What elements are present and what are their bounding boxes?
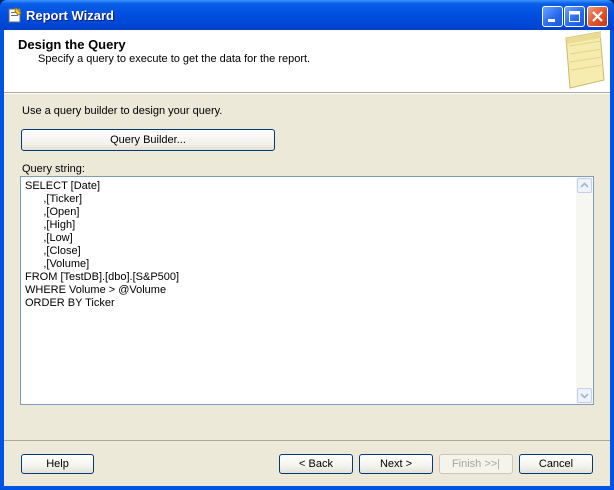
finish-button[interactable]: Finish >>|: [439, 454, 513, 474]
header-divider: [4, 93, 610, 94]
dialog-body: Design the Query Specify a query to exec…: [4, 30, 610, 486]
notepad-icon: [565, 31, 605, 89]
maximize-icon: [569, 11, 580, 22]
chevron-up-icon: [580, 182, 589, 188]
wizard-header: Design the Query Specify a query to exec…: [4, 30, 610, 93]
help-button[interactable]: Help: [21, 454, 94, 474]
minimize-icon: [548, 19, 555, 22]
back-button[interactable]: < Back: [279, 454, 353, 474]
close-button[interactable]: [587, 6, 608, 27]
page-title: Design the Query: [18, 37, 126, 52]
report-wizard-window: Report Wizard Design the Query Specify a…: [0, 0, 614, 490]
vertical-scrollbar[interactable]: [576, 177, 593, 404]
query-string-textarea[interactable]: SELECT [Date] ,[Ticker] ,[Open] ,[High] …: [20, 176, 594, 405]
report-wizard-icon: [8, 7, 22, 23]
page-subtitle: Specify a query to execute to get the da…: [38, 53, 311, 65]
close-icon: [592, 11, 603, 22]
instruction-text: Use a query builder to design your query…: [22, 105, 223, 117]
query-builder-button[interactable]: Query Builder...: [21, 129, 275, 151]
scroll-up-button[interactable]: [577, 178, 592, 193]
title-bar[interactable]: Report Wizard: [0, 0, 614, 30]
window-title: Report Wizard: [26, 8, 114, 23]
scroll-down-button[interactable]: [577, 388, 592, 403]
maximize-button[interactable]: [564, 6, 585, 27]
query-string-label: Query string:: [22, 163, 85, 175]
minimize-button[interactable]: [542, 6, 563, 27]
chevron-down-icon: [580, 393, 589, 399]
footer-divider: [4, 440, 610, 441]
query-string-text[interactable]: SELECT [Date] ,[Ticker] ,[Open] ,[High] …: [25, 180, 179, 310]
cancel-button[interactable]: Cancel: [519, 454, 593, 474]
next-button[interactable]: Next >: [359, 454, 433, 474]
